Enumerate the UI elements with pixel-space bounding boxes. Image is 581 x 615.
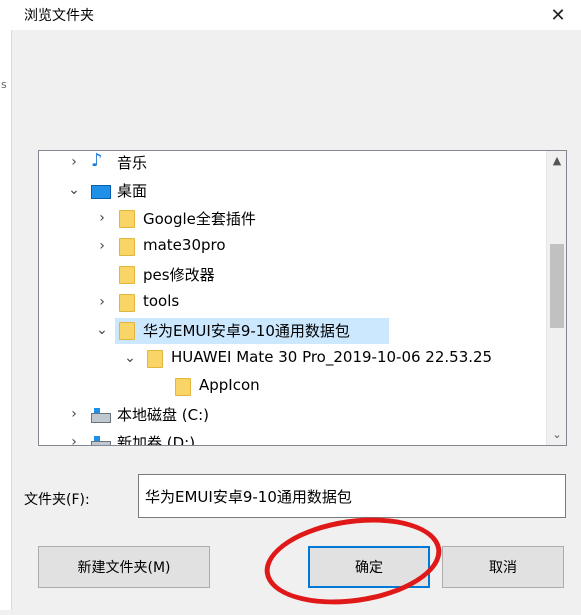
scroll-up-button[interactable]: ▲ (547, 151, 566, 171)
close-button[interactable]: ✕ (541, 0, 575, 30)
tree-item[interactable]: ⌄ HUAWEI Mate 30 Pro_2019-10-06 22.53.25 (39, 345, 545, 373)
folder-field-label: 文件夹(F): (24, 492, 90, 508)
vertical-scrollbar[interactable]: ▲ ⌄ (546, 151, 566, 445)
folder-icon (119, 294, 135, 312)
tree-item[interactable]: ⌄ 桌面 (39, 177, 545, 205)
folder-path-input[interactable] (138, 474, 566, 518)
tree-item[interactable]: pes修改器 (39, 261, 545, 289)
tree-item[interactable]: › ♪ 音乐 (39, 151, 545, 177)
folder-icon (119, 238, 135, 256)
expander-placeholder (151, 378, 165, 394)
tree-item-label: mate30pro (143, 236, 226, 254)
tree-item-label: AppIcon (199, 376, 260, 394)
tree-item[interactable]: › 本地磁盘 (C:) (39, 401, 545, 429)
drive-icon (91, 436, 111, 445)
chevron-right-icon[interactable]: › (67, 406, 81, 422)
folder-icon (175, 378, 191, 396)
folder-tree-list: › ♪ 音乐 ⌄ 桌面 › Google全套插件 › mate30pro pes修改器 › tools… (39, 151, 545, 445)
chevron-right-icon[interactable]: › (67, 154, 81, 170)
ok-button[interactable]: 确定 (308, 546, 430, 588)
tree-item[interactable]: › Google全套插件 (39, 205, 545, 233)
new-folder-button[interactable]: 新建文件夹(M) (38, 546, 210, 588)
tree-item-label: 音乐 (117, 154, 148, 172)
chevron-right-icon[interactable]: › (95, 238, 109, 254)
chevron-right-icon[interactable]: › (95, 210, 109, 226)
title-bar: 浏览文件夹 ✕ (11, 0, 581, 30)
music-note-icon: ♪ (91, 151, 103, 171)
tree-item-label: Google全套插件 (143, 210, 256, 228)
folder-tree[interactable]: › ♪ 音乐 ⌄ 桌面 › Google全套插件 › mate30pro pes修改器 › tools… (38, 150, 567, 446)
tree-item-label: 新加卷 (D:) (117, 434, 196, 445)
tree-item[interactable]: › 新加卷 (D:) (39, 429, 545, 445)
drive-icon (91, 408, 111, 423)
tree-item[interactable]: › tools (39, 289, 545, 317)
tree-item[interactable]: ⌄ 华为EMUI安卓9-10通用数据包 (39, 317, 545, 345)
cancel-button[interactable]: 取消 (442, 546, 564, 588)
scroll-down-button[interactable]: ⌄ (547, 425, 566, 445)
folder-icon (119, 266, 135, 284)
desktop-icon (91, 185, 111, 199)
folder-icon (119, 210, 135, 228)
chevron-right-icon[interactable]: › (95, 294, 109, 310)
scroll-thumb[interactable] (550, 244, 564, 328)
chevron-down-icon[interactable]: ⌄ (67, 182, 81, 198)
folder-icon (119, 322, 135, 340)
tree-item-label: pes修改器 (143, 266, 215, 284)
chevron-down-icon[interactable]: ⌄ (123, 350, 137, 366)
chevron-right-icon[interactable]: › (67, 434, 81, 445)
background-window-edge: s (0, 0, 12, 610)
chevron-down-icon[interactable]: ⌄ (95, 322, 109, 338)
tree-item-label: tools (143, 292, 180, 310)
dialog-title: 浏览文件夹 (24, 8, 94, 24)
tree-item-label: 华为EMUI安卓9-10通用数据包 (143, 322, 350, 340)
tree-item-label: 桌面 (117, 182, 148, 200)
folder-icon (147, 350, 163, 368)
tree-item[interactable]: › mate30pro (39, 233, 545, 261)
tree-item-label: 本地磁盘 (C:) (117, 406, 209, 424)
expander-placeholder (95, 266, 109, 282)
tree-item-label: HUAWEI Mate 30 Pro_2019-10-06 22.53.25 (171, 348, 493, 366)
tree-item[interactable]: AppIcon (39, 373, 545, 401)
background-window-glyph: s (1, 78, 7, 91)
